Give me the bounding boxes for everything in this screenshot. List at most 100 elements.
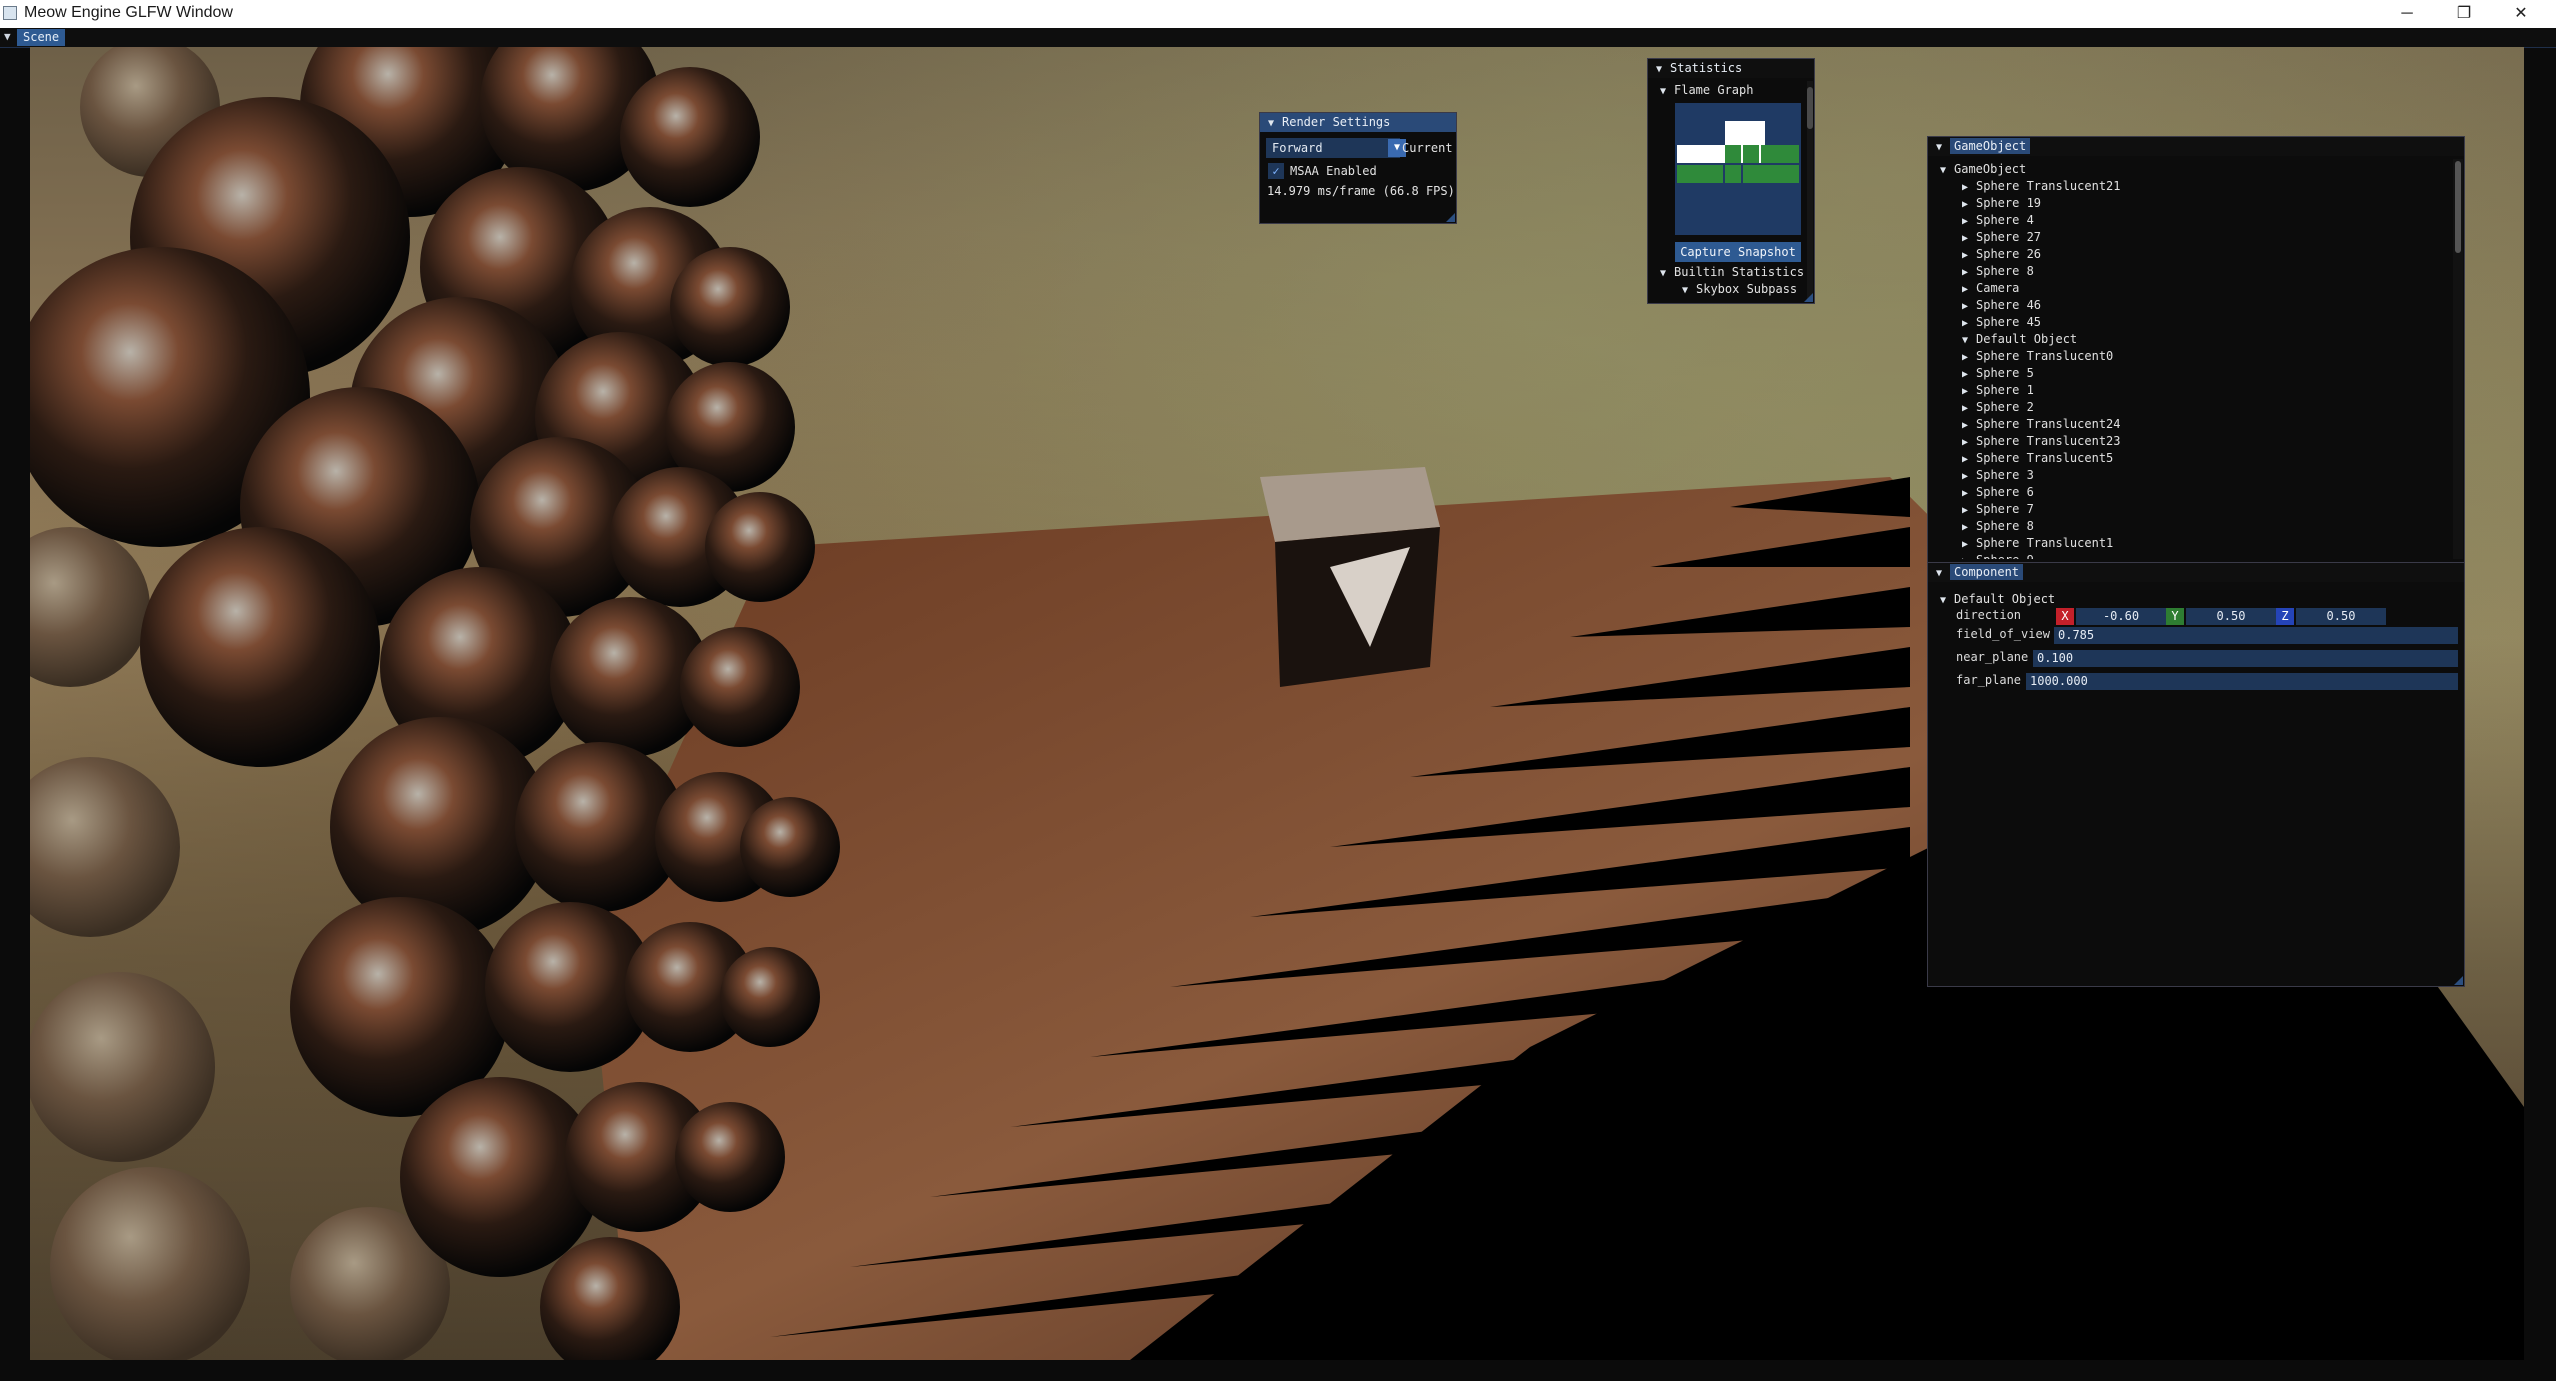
tree-arrow-icon: ▼ — [1660, 268, 1667, 279]
msaa-label: MSAA Enabled — [1290, 164, 1377, 178]
collapse-arrow-icon[interactable]: ▼ — [1936, 138, 1950, 157]
direction-z-field[interactable]: 0.50 — [2296, 608, 2386, 625]
flame-block — [1761, 145, 1799, 163]
fov-field[interactable]: 0.785 — [2054, 627, 2458, 644]
skybox-subpass-label: Skybox Subpass — [1696, 282, 1798, 296]
flame-block — [1677, 165, 1723, 183]
tree-arrow-right-icon: ▶ — [1962, 437, 1969, 448]
app-icon — [3, 6, 17, 20]
tree-arrow-icon: ▼ — [1940, 595, 1947, 606]
tree-item[interactable]: ▶ Sphere Translucent0 — [1962, 349, 2113, 363]
window-titlebar[interactable]: Meow Engine GLFW Window ─ ❐ ✕ — [0, 0, 2556, 28]
tree-item-label: Sphere 6 — [1976, 485, 2034, 499]
capture-snapshot-button[interactable]: Capture Snapshot — [1675, 242, 1801, 262]
collapse-arrow-icon[interactable]: ▼ — [1268, 114, 1282, 133]
tree-item[interactable]: ▶ Sphere 3 — [1962, 468, 2034, 482]
tree-item-label: Default Object — [1976, 332, 2078, 346]
statistics-scrollbar[interactable] — [1807, 81, 1813, 301]
tree-arrow-right-icon: ▶ — [1962, 403, 1969, 414]
tree-item[interactable]: ▼ Default Object — [1962, 332, 2077, 346]
tree-arrow-right-icon: ▶ — [1962, 352, 1969, 363]
tree-item[interactable]: ▶ Sphere 8 — [1962, 519, 2034, 533]
tree-item[interactable]: ▶ Sphere 26 — [1962, 247, 2041, 261]
tree-item[interactable]: ▶ Camera — [1962, 281, 2019, 295]
flame-graph-label: Flame Graph — [1674, 83, 1754, 97]
tree-item-label: Sphere Translucent24 — [1976, 417, 2121, 431]
resize-grip[interactable] — [1804, 293, 1813, 302]
tree-item[interactable]: ▶ Sphere 19 — [1962, 196, 2041, 210]
tree-arrow-icon: ▼ — [1682, 285, 1689, 296]
scene-tab-bar: ▼ Scene — [0, 28, 2556, 48]
collapse-arrow-icon[interactable]: ▼ — [1936, 564, 1950, 583]
flame-block — [1725, 121, 1765, 145]
direction-x-field[interactable]: -0.60 — [2076, 608, 2166, 625]
collapse-arrow-icon[interactable]: ▼ — [1656, 60, 1670, 79]
tree-item[interactable]: ▶ Sphere 45 — [1962, 315, 2041, 329]
tree-item[interactable]: ▶ Sphere Translucent5 — [1962, 451, 2113, 465]
tree-item[interactable]: ▶Sphere 9 — [1962, 553, 2034, 559]
tree-arrow-right-icon: ▶ — [1962, 556, 1976, 559]
tree-arrow-right-icon: ▶ — [1962, 182, 1969, 193]
tree-item-label: Sphere 9 — [1976, 553, 2034, 559]
close-button[interactable]: ✕ — [2492, 0, 2550, 28]
component-window[interactable]: ▼ Component ▼ Default Object direction X -… — [1927, 562, 2465, 987]
flame-graph-header[interactable]: ▼ Flame Graph — [1660, 83, 1753, 97]
axis-z-tag: Z — [2276, 608, 2294, 625]
tree-item-label: Sphere 26 — [1976, 247, 2042, 261]
gameobject-titlebar[interactable]: ▼ GameObject — [1928, 137, 2464, 156]
tree-arrow-icon: ▼ — [1660, 86, 1667, 97]
gameobject-window[interactable]: ▼ GameObject ▼ GameObject ▶ Sphere Transluc… — [1927, 136, 2465, 564]
tree-arrow-right-icon: ▶ — [1962, 301, 1969, 312]
render-settings-window[interactable]: ▼ Render Settings Forward ▼ Current ✓ MSA… — [1259, 112, 1457, 224]
resize-grip[interactable] — [1446, 213, 1455, 222]
fov-label: field_of_view — [1956, 627, 2050, 641]
scrollbar-thumb[interactable] — [1807, 87, 1813, 129]
component-titlebar[interactable]: ▼ Component — [1928, 563, 2464, 582]
tree-item[interactable]: ▶ Sphere 1 — [1962, 383, 2034, 397]
tree-item[interactable]: ▶ Sphere Translucent23 — [1962, 434, 2121, 448]
tree-root[interactable]: ▼ GameObject — [1940, 162, 2026, 176]
tree-arrow-right-icon: ▶ — [1962, 318, 1969, 329]
resize-grip[interactable] — [2454, 976, 2463, 985]
near-plane-label: near_plane — [1956, 650, 2029, 664]
statistics-titlebar[interactable]: ▼ Statistics — [1648, 59, 1814, 78]
maximize-button[interactable]: ❐ — [2435, 0, 2493, 28]
collapse-icon[interactable]: ▼ — [4, 30, 11, 43]
far-plane-field[interactable]: 1000.000 — [2026, 673, 2458, 690]
tree-item[interactable]: ▶ Sphere Translucent1 — [1962, 536, 2113, 550]
tab-scene[interactable]: Scene — [17, 29, 66, 46]
tree-item[interactable]: ▶ Sphere 6 — [1962, 485, 2034, 499]
tree-item[interactable]: ▶ Sphere 27 — [1962, 230, 2041, 244]
tree-item[interactable]: ▶ Sphere Translucent21 — [1962, 179, 2121, 193]
gameobject-title: GameObject — [1950, 138, 2031, 154]
tree-arrow-right-icon: ▶ — [1962, 505, 1969, 516]
tree-item[interactable]: ▶ Sphere 46 — [1962, 298, 2041, 312]
tree-arrow-right-icon: ▶ — [1962, 250, 1969, 261]
tree-item[interactable]: ▶ Sphere 7 — [1962, 502, 2034, 516]
pipeline-combo[interactable]: Forward ▼ — [1266, 138, 1406, 158]
skybox-subpass-header[interactable]: ▼ Skybox Subpass — [1682, 282, 1797, 296]
tree-item-label: Sphere 19 — [1976, 196, 2042, 210]
tree-item-label: Sphere 3 — [1976, 468, 2034, 482]
near-plane-field[interactable]: 0.100 — [2033, 650, 2458, 667]
tree-item-label: Sphere Translucent21 — [1976, 179, 2121, 193]
tree-item[interactable]: ▶ Sphere 2 — [1962, 400, 2034, 414]
gameobject-scrollbar[interactable] — [2453, 159, 2463, 559]
builtin-statistics-header[interactable]: ▼ Builtin Statistics — [1660, 265, 1804, 279]
msaa-checkbox[interactable]: ✓ — [1268, 163, 1284, 179]
scrollbar-thumb[interactable] — [2455, 161, 2461, 253]
tree-item[interactable]: ▶ Sphere 8 — [1962, 264, 2034, 278]
component-object-header[interactable]: ▼ Default Object — [1940, 592, 2055, 606]
tree-arrow-down-icon: ▼ — [1962, 335, 1969, 346]
minimize-button[interactable]: ─ — [2378, 0, 2436, 28]
statistics-window[interactable]: ▼ Statistics ▼ Flame Graph Capture Snapsho… — [1647, 58, 1815, 304]
render-settings-titlebar[interactable]: ▼ Render Settings — [1260, 113, 1456, 132]
tree-item[interactable]: ▶ Sphere 5 — [1962, 366, 2034, 380]
tree-item[interactable]: ▶ Sphere Translucent24 — [1962, 417, 2121, 431]
tree-item[interactable]: ▶ Sphere 4 — [1962, 213, 2034, 227]
statistics-title: Statistics — [1670, 61, 1743, 75]
flame-graph[interactable] — [1675, 103, 1801, 235]
direction-y-field[interactable]: 0.50 — [2186, 608, 2276, 625]
rusty-cube — [1260, 467, 1440, 687]
tree-arrow-right-icon: ▶ — [1962, 233, 1969, 244]
